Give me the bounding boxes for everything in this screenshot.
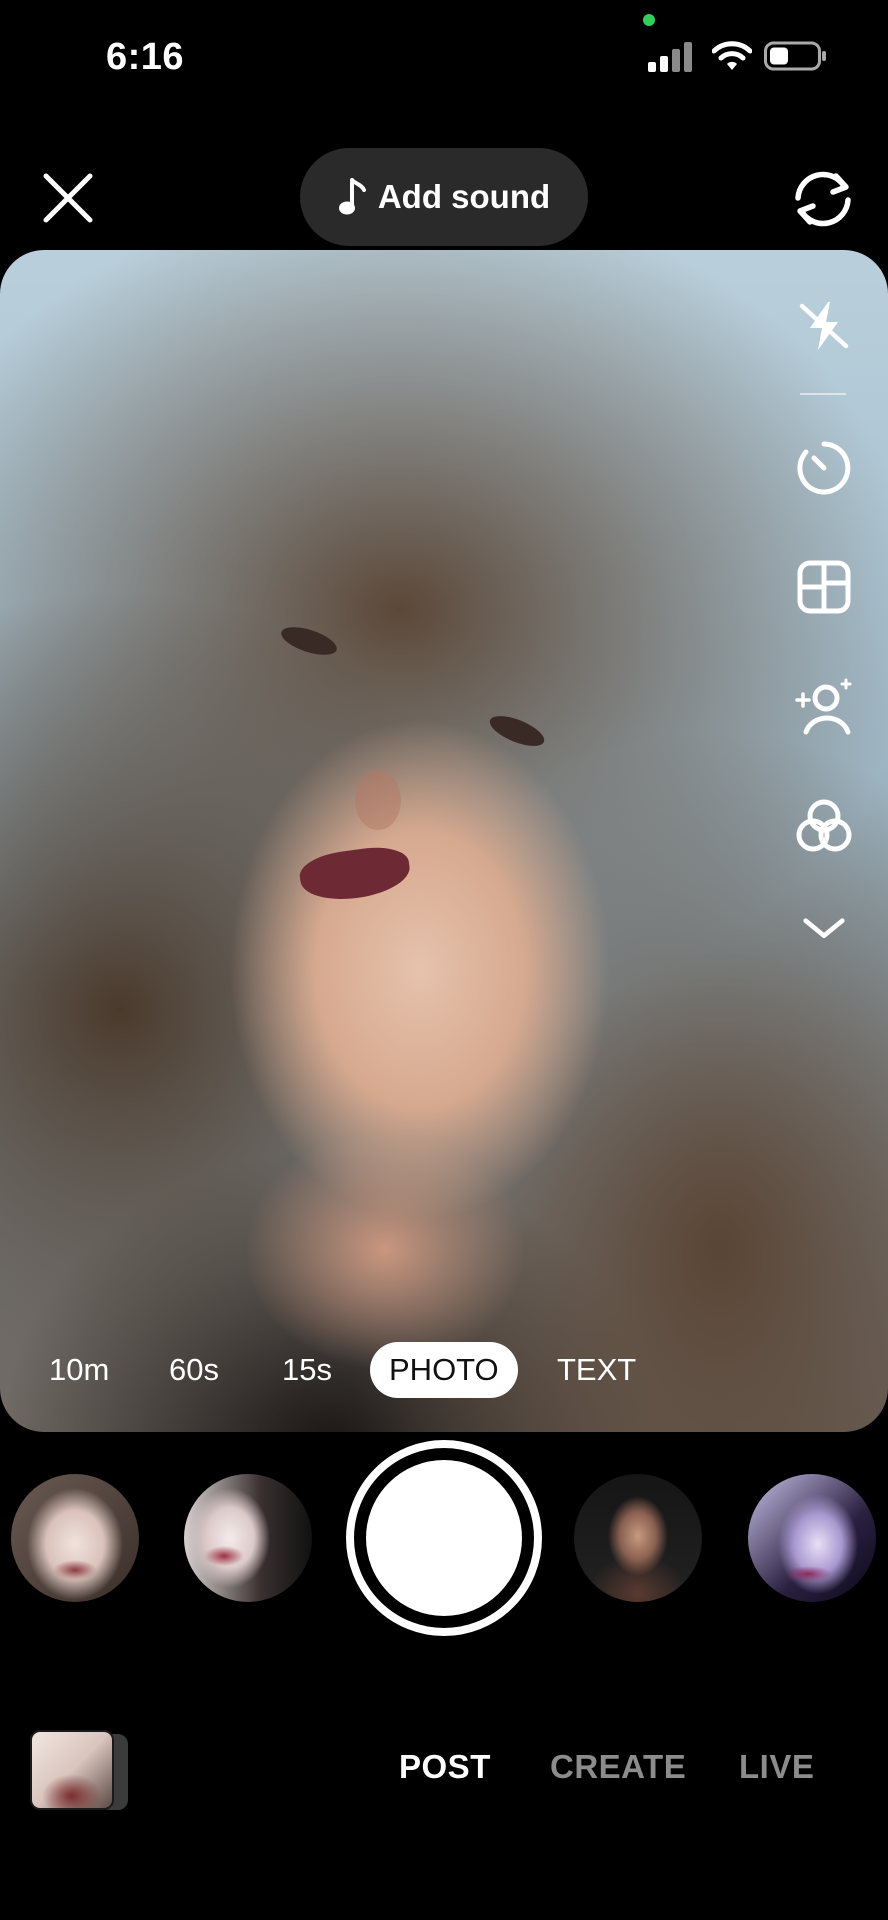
flip-camera-icon[interactable] (788, 168, 858, 230)
tab-post[interactable]: POST (399, 1748, 491, 1786)
close-icon[interactable] (40, 170, 96, 226)
preview-detail (485, 709, 549, 753)
enhance-person-icon (795, 678, 852, 735)
filters-button[interactable] (788, 796, 860, 856)
add-sound-button[interactable]: Add sound (300, 148, 588, 246)
gallery-button[interactable] (30, 1730, 128, 1810)
effect-thumbnail-4[interactable] (748, 1474, 876, 1602)
preview-detail (297, 842, 413, 906)
wifi-icon (712, 41, 752, 70)
music-note-icon (338, 178, 366, 215)
tool-divider (800, 393, 846, 395)
effect-thumbnail-2[interactable] (184, 1474, 312, 1602)
mode-60s[interactable]: 60s (169, 1342, 219, 1398)
effect-thumbnail-1[interactable] (11, 1474, 139, 1602)
preview-detail (355, 770, 401, 830)
timer-button[interactable] (788, 438, 860, 498)
tab-create[interactable]: CREATE (550, 1748, 686, 1786)
status-time: 6:16 (106, 36, 185, 78)
tab-live[interactable]: LIVE (739, 1748, 814, 1786)
shutter-button[interactable] (362, 1456, 526, 1620)
mode-10m[interactable]: 10m (49, 1342, 109, 1398)
camera-in-use-indicator (643, 14, 655, 26)
enhance-button[interactable] (788, 676, 860, 736)
chevron-down-icon (803, 918, 845, 938)
camera-preview[interactable] (0, 250, 888, 1432)
more-tools-button[interactable] (788, 904, 860, 954)
mode-photo[interactable]: PHOTO (370, 1342, 518, 1398)
filters-icon (796, 799, 852, 852)
mode-text[interactable]: TEXT (557, 1342, 636, 1398)
timer-icon (797, 441, 851, 495)
layout-button[interactable] (788, 557, 860, 617)
capture-mode-selector: 10m 60s 15s PHOTO TEXT (0, 1342, 888, 1398)
layout-grid-icon (797, 560, 851, 614)
mode-15s[interactable]: 15s (282, 1342, 332, 1398)
effect-thumbnail-3[interactable] (574, 1474, 702, 1602)
battery-icon (764, 41, 826, 71)
flash-toggle[interactable] (788, 296, 860, 356)
gallery-thumbnail (30, 1730, 114, 1810)
preview-detail (278, 621, 340, 661)
cellular-signal-icon (648, 42, 692, 72)
add-sound-label: Add sound (377, 178, 551, 215)
flash-off-icon (799, 302, 849, 350)
